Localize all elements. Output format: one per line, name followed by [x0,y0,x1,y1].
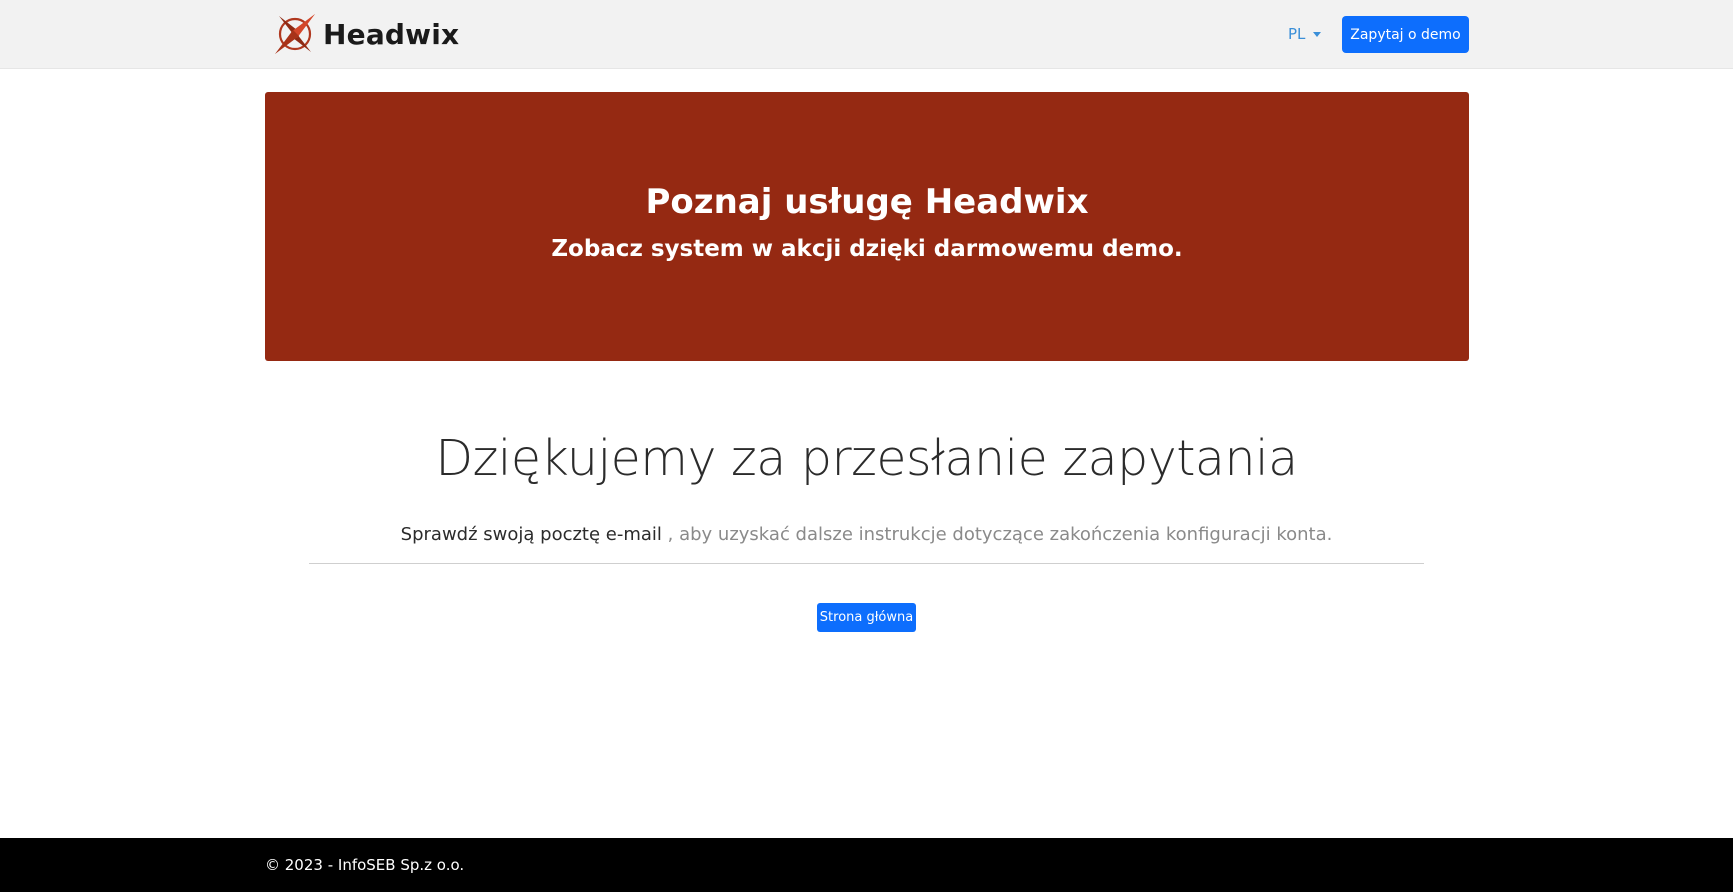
hero-title: Poznaj usługę Headwix [645,182,1089,222]
language-dropdown[interactable]: PL [1288,22,1322,46]
hero-subtitle: Zobacz system w akcji dzięki darmowemu d… [551,236,1183,262]
lead-muted-text: , aby uzyskać dalsze instrukcje dotycząc… [661,524,1333,545]
caret-down-icon [1313,31,1322,37]
top-navbar: Headwix PL Zapytaj o demo [0,0,1733,69]
home-button[interactable]: Strona główna [817,603,916,632]
page-title: Dziękujemy za przesłanie zapytania [435,430,1298,487]
divider [309,563,1424,564]
request-demo-button[interactable]: Zapytaj o demo [1342,16,1469,53]
brand-name: Headwix [323,17,460,51]
compass-star-icon [273,12,317,56]
brand-logo-link[interactable]: Headwix [273,11,459,57]
hero-banner: Poznaj usługę Headwix Zobacz system w ak… [265,92,1469,361]
footer-copyright: © 2023 - InfoSEB Sp.z o.o. [265,856,465,874]
lead-text: Sprawdź swoją pocztę e-mail , aby uzyska… [0,524,1733,545]
language-label: PL [1288,25,1306,43]
footer: © 2023 - InfoSEB Sp.z o.o. [0,838,1733,892]
lead-strong-text: Sprawdź swoją pocztę e-mail [400,524,662,545]
